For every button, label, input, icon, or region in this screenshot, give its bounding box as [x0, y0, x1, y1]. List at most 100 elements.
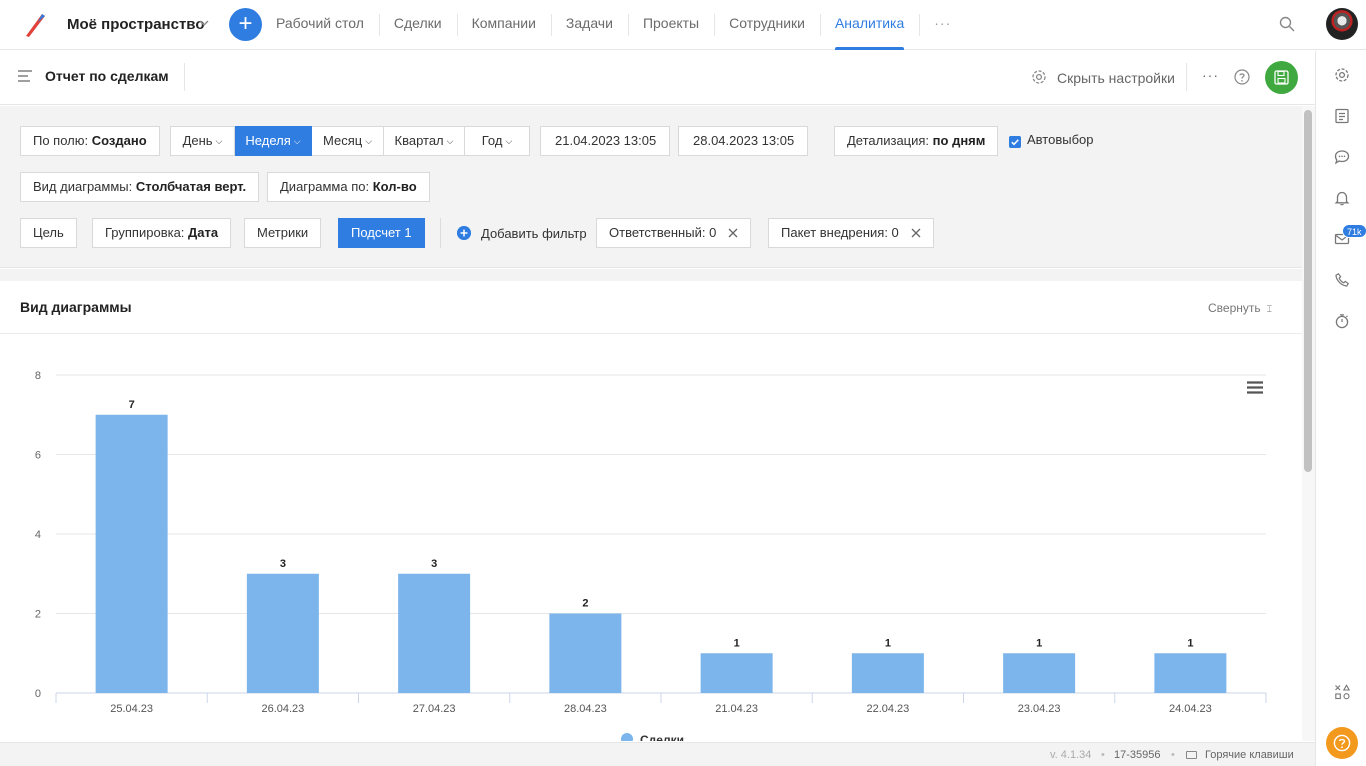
- package-filter[interactable]: Пакет внедрения: 0: [768, 218, 934, 248]
- nav-item-employees[interactable]: Сотрудники: [714, 0, 820, 50]
- x-tick-label: 25.04.23: [110, 703, 153, 715]
- hotkeys-link[interactable]: Горячие клавиши: [1205, 749, 1294, 761]
- x-tick-label: 22.04.23: [866, 703, 909, 715]
- grouping-selector[interactable]: Группировка: Дата: [92, 218, 232, 248]
- unread-badge: 71k: [1342, 224, 1366, 238]
- x-tick-label: 23.04.23: [1018, 703, 1061, 715]
- divider: [184, 63, 185, 91]
- help-icon[interactable]: [1234, 69, 1250, 85]
- close-icon[interactable]: [911, 228, 921, 238]
- chevron-down-icon: ⌵: [215, 136, 223, 146]
- bell-icon[interactable]: [1334, 190, 1350, 206]
- hide-settings-button[interactable]: Скрыть настройки: [1057, 70, 1175, 86]
- divider: [440, 218, 441, 248]
- by-field-filter[interactable]: По полю: Создано: [20, 126, 160, 156]
- page-title: Отчет по сделкам: [45, 68, 169, 84]
- data-label: 2: [582, 598, 588, 610]
- x-tick-label: 28.04.23: [564, 703, 607, 715]
- chart-bar: [95, 414, 168, 693]
- main-menu: Рабочий стол Сделки Компании Задачи Прое…: [261, 0, 966, 50]
- detail-selector[interactable]: Детализация: по дням: [834, 126, 999, 156]
- document-icon[interactable]: [1334, 108, 1350, 124]
- version-label: v. 4.1.34: [1050, 749, 1092, 761]
- nav-item-tasks[interactable]: Задачи: [550, 0, 628, 50]
- metrics-button[interactable]: Метрики: [244, 218, 322, 248]
- y-tick-label: 4: [35, 529, 41, 541]
- menu-lines-icon[interactable]: [17, 69, 33, 83]
- data-label: 3: [431, 558, 437, 570]
- period-week[interactable]: Неделя ⌵: [235, 126, 312, 156]
- date-from-input[interactable]: 21.04.2023 13:05: [540, 126, 670, 156]
- scrollbar-thumb[interactable]: [1304, 110, 1312, 472]
- chart-bar: [246, 573, 319, 693]
- date-to-input[interactable]: 28.04.2023 13:05: [678, 126, 808, 156]
- separator: •: [1171, 749, 1175, 761]
- panel-gap: [0, 269, 1302, 281]
- responsible-filter[interactable]: Ответственный: 0: [596, 218, 752, 248]
- count-button[interactable]: Подсчет 1: [338, 218, 425, 248]
- legend-label: Сделки: [640, 733, 684, 741]
- nav-item-projects[interactable]: Проекты: [627, 0, 714, 50]
- keyboard-icon: [1186, 751, 1197, 759]
- autoselect-checkbox[interactable]: [1009, 136, 1021, 148]
- plus-circle-icon[interactable]: [457, 226, 471, 240]
- chart-by-selector[interactable]: Диаграмма по: Кол-во: [267, 172, 430, 202]
- nav-more-button[interactable]: ···: [919, 0, 966, 50]
- legend-marker: [621, 733, 633, 741]
- period-quarter[interactable]: Квартал ⌵: [384, 126, 465, 156]
- chat-icon[interactable]: [1334, 149, 1350, 165]
- chevron-down-icon: ⌵: [293, 136, 301, 146]
- period-year[interactable]: Год ⌵: [465, 126, 530, 156]
- chart-bar: [700, 653, 773, 693]
- close-icon[interactable]: [728, 228, 738, 238]
- bar-chart: 0 2 4 6 8 7 25.04.23 3 26.04.23 3 27.04.23 2 28.04.2…: [35, 370, 1267, 741]
- period-month[interactable]: Месяц ⌵: [312, 126, 384, 156]
- report-header: Отчет по сделкам Скрыть настройки ···: [0, 51, 1315, 105]
- divider: [1186, 63, 1187, 91]
- data-label: 1: [1036, 637, 1042, 649]
- add-filter-button[interactable]: Добавить фильтр: [481, 226, 587, 241]
- x-tick-label: 27.04.23: [413, 703, 456, 715]
- y-tick-label: 6: [35, 450, 41, 462]
- chevron-down-icon: ⌵: [446, 136, 454, 146]
- gear-icon[interactable]: [1031, 69, 1047, 85]
- autoselect-label[interactable]: Автовыбор: [1027, 132, 1094, 147]
- chevron-down-icon[interactable]: [198, 16, 210, 30]
- x-tick-label: 21.04.23: [715, 703, 758, 715]
- gear-icon[interactable]: [1334, 67, 1350, 83]
- y-tick-label: 0: [35, 688, 41, 700]
- chevron-down-icon: ⌵: [505, 136, 513, 146]
- nav-item-analytics[interactable]: Аналитика: [819, 0, 919, 50]
- period-selector: День ⌵ Неделя ⌵ Месяц ⌵ Квартал ⌵ Год ⌵: [170, 126, 530, 156]
- period-day[interactable]: День ⌵: [170, 126, 235, 156]
- save-report-button[interactable]: [1265, 61, 1298, 94]
- add-button[interactable]: +: [229, 8, 262, 41]
- chart-bar: [398, 573, 471, 693]
- workspace-title[interactable]: Моё пространство: [67, 16, 204, 33]
- help-button[interactable]: [1326, 727, 1358, 759]
- nav-item-companies[interactable]: Компании: [456, 0, 551, 50]
- chart-menu-icon[interactable]: [1247, 381, 1263, 394]
- goal-button[interactable]: Цель: [20, 218, 77, 248]
- data-label: 1: [1187, 637, 1193, 649]
- chart-panel: Вид диаграммы Свернуть ⌶ 0 2 4 6 8 7 25.04.23 3 2…: [0, 281, 1302, 741]
- shapes-icon[interactable]: [1334, 684, 1350, 700]
- nav-item-desktop[interactable]: Рабочий стол: [261, 0, 379, 50]
- more-options-button[interactable]: ···: [1202, 67, 1219, 83]
- chart-type-selector[interactable]: Вид диаграммы: Столбчатая верт.: [20, 172, 260, 202]
- chart-bar: [851, 653, 924, 693]
- chart-bar: [1154, 653, 1227, 693]
- chart-bar: [549, 613, 622, 693]
- app-logo-icon[interactable]: [24, 12, 48, 38]
- phone-icon[interactable]: [1334, 272, 1350, 288]
- stopwatch-icon[interactable]: [1334, 313, 1350, 329]
- y-tick-label: 2: [35, 609, 41, 621]
- nav-item-deals[interactable]: Сделки: [378, 0, 457, 50]
- x-tick-label: 24.04.23: [1169, 703, 1212, 715]
- avatar[interactable]: [1326, 8, 1358, 40]
- question-icon: [1333, 734, 1351, 752]
- x-tick-label: 26.04.23: [261, 703, 304, 715]
- search-icon[interactable]: [1279, 16, 1295, 32]
- y-tick-label: 8: [35, 370, 41, 382]
- right-sidebar: 71k: [1315, 51, 1366, 766]
